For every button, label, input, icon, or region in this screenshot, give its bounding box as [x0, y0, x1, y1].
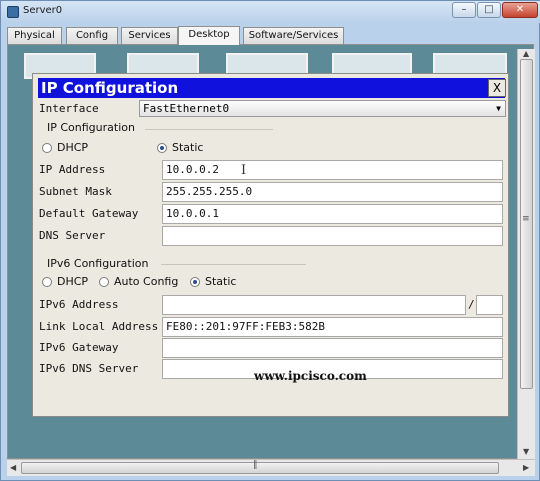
maximize-button[interactable]: □ [477, 2, 501, 18]
vertical-scroll-thumb[interactable] [520, 59, 533, 389]
close-window-button[interactable]: ✕ [502, 2, 538, 18]
ipv6-dns-label: IPv6 DNS Server [39, 362, 139, 375]
ipv6-prefix-field[interactable] [476, 295, 503, 315]
tab-config[interactable]: Config [66, 27, 118, 44]
ipv6-dhcp-radio[interactable] [42, 277, 52, 287]
default-gateway-label: Default Gateway [39, 207, 139, 220]
dns-server-label: DNS Server [39, 229, 106, 242]
scroll-up-icon[interactable]: ▲ [523, 49, 529, 58]
minimize-button[interactable]: – [452, 2, 476, 18]
dialog-close-button[interactable]: X [488, 79, 506, 97]
chevron-down-icon: ▼ [496, 104, 501, 113]
ipv6-auto-config-label: Auto Config [114, 275, 179, 288]
tab-software-services[interactable]: Software/Services [243, 27, 344, 44]
ipv6-dhcp-label: DHCP [57, 275, 89, 288]
ipv6-address-field[interactable] [162, 295, 466, 315]
dialog-title: IP Configuration [41, 79, 179, 97]
grip-icon: ‖ [253, 460, 258, 470]
interface-label: Interface [39, 102, 99, 115]
interface-value: FastEthernet0 [143, 102, 230, 115]
ipv4-static-radio[interactable] [157, 143, 167, 153]
watermark-text: www.ipcisco.com [254, 369, 367, 383]
ipv6-static-label: Static [205, 275, 237, 288]
group-divider [161, 264, 306, 265]
window-title: Server0 [23, 5, 63, 16]
scroll-down-icon[interactable]: ▼ [523, 447, 529, 456]
app-icon [7, 6, 19, 18]
default-gateway-field[interactable]: 10.0.0.1 [162, 204, 503, 224]
ipv6-gateway-label: IPv6 Gateway [39, 341, 119, 354]
tab-services[interactable]: Services [121, 27, 178, 44]
grip-icon: ≡ [522, 214, 530, 224]
ip-address-field[interactable]: 10.0.0.2 [162, 160, 503, 180]
tab-physical[interactable]: Physical [7, 27, 62, 44]
text-cursor-icon: I [241, 163, 247, 178]
ipv6-address-label: IPv6 Address [39, 298, 119, 311]
scroll-left-icon[interactable]: ◀ [10, 463, 16, 472]
ip-configuration-dialog: IP Configuration X Interface FastEtherne… [32, 73, 509, 417]
dns-server-field[interactable] [162, 226, 503, 246]
ipv4-dhcp-label: DHCP [57, 141, 89, 154]
tab-desktop[interactable]: Desktop [178, 26, 240, 45]
subnet-mask-field[interactable]: 255.255.255.0 [162, 182, 503, 202]
vertical-scrollbar[interactable]: ▲ ≡ ▼ [517, 49, 535, 459]
horizontal-scroll-thumb[interactable] [21, 462, 499, 474]
dialog-titlebar: IP Configuration X [38, 78, 506, 98]
prefix-separator: / [468, 298, 475, 311]
ipv6-auto-config-radio[interactable] [99, 277, 109, 287]
ipv6-gateway-field[interactable] [162, 338, 503, 358]
ipv4-dhcp-radio[interactable] [42, 143, 52, 153]
ipv4-group-title: IP Configuration [47, 121, 135, 134]
ipv6-group-title: IPv6 Configuration [47, 257, 149, 270]
tab-bar: Physical Config Services Desktop Softwar… [7, 26, 537, 45]
ipv4-static-label: Static [172, 141, 204, 154]
ipv6-static-radio[interactable] [190, 277, 200, 287]
link-local-label: Link Local Address [39, 320, 159, 333]
scroll-right-icon[interactable]: ▶ [523, 463, 529, 472]
app-window: Server0 – □ ✕ Physical Config Services D… [0, 0, 540, 481]
subnet-mask-label: Subnet Mask [39, 185, 112, 198]
window-titlebar[interactable]: Server0 – □ ✕ [1, 1, 540, 23]
interface-select[interactable]: FastEthernet0 ▼ [139, 100, 506, 117]
horizontal-scrollbar[interactable]: ◀ ‖ ▶ [7, 459, 535, 476]
link-local-field[interactable]: FE80::201:97FF:FEB3:582B [162, 317, 503, 337]
ip-address-label: IP Address [39, 163, 106, 176]
group-divider [145, 129, 273, 130]
